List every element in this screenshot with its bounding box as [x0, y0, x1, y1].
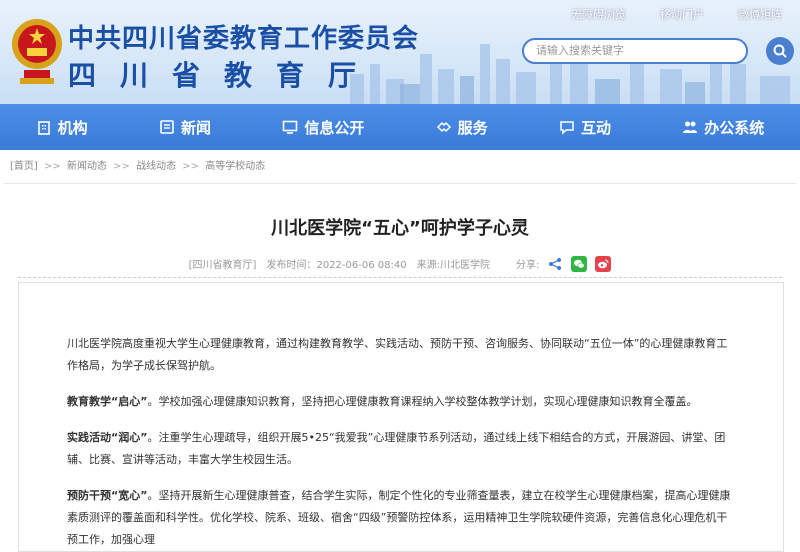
- breadcrumb-separator: >>: [113, 161, 130, 172]
- source-tag: [四川省教育厅]: [188, 260, 257, 271]
- breadcrumb: [首页] >> 新闻动态 >> 战线动态 >> 高等学校动态: [4, 150, 796, 184]
- top-links: 无障碍浏览 移动门户 微博矩阵: [537, 6, 782, 22]
- paragraph-lead: 预防干预“宽心”: [67, 489, 148, 502]
- paragraph-text: 。坚持开展新生心理健康普查，结合学生实际，制定个性化的专业筛查量表，建立在校学生…: [67, 489, 731, 546]
- article-paragraph: 预防干预“宽心”。坚持开展新生心理健康普查，结合学生实际，制定个性化的专业筛查量…: [67, 485, 735, 551]
- accessibility-link[interactable]: 无障碍浏览: [571, 6, 626, 22]
- main-nav: 机构 新闻 信息公开 服务 互动 办公系统: [0, 104, 800, 150]
- article-paragraph: 教育教学“启心”。学校加强心理健康知识教育，坚持把心理健康教育课程纳入学校整体教…: [67, 391, 735, 413]
- nav-label: 服务: [457, 118, 488, 137]
- publish-time: 发布时间：2022-06-06 08:40: [266, 260, 407, 271]
- article-content: 川北医学院高度重视大学生心理健康教育，通过构建教育教学、实践活动、预防干预、咨询…: [18, 282, 784, 552]
- breadcrumb-universities[interactable]: 高等学校动态: [205, 161, 265, 172]
- monitor-icon: [283, 120, 298, 134]
- users-icon: [683, 121, 698, 133]
- share-button[interactable]: [547, 256, 563, 272]
- share-bar: 分享:: [515, 255, 612, 272]
- national-emblem-logo: [12, 19, 62, 84]
- building-icon: [37, 121, 50, 135]
- wechat-share-button[interactable]: [571, 255, 588, 272]
- paragraph-text: 。注重学生心理疏导，组织开展5•25“我爱我”心理健康节系列活动，通过线上线下相…: [67, 431, 726, 466]
- header-banner: 中共四川省委教育工作委员会 四川省教育厅 无障碍浏览 移动门户 微博矩阵 请输入…: [0, 0, 800, 104]
- paragraph-text: 川北医学院高度重视大学生心理健康教育，通过构建教育教学、实践活动、预防干预、咨询…: [67, 337, 728, 372]
- paragraph-lead: 教育教学“启心”: [67, 395, 148, 408]
- wechat-icon: [574, 259, 585, 268]
- nav-label: 新闻: [180, 118, 211, 137]
- share-label: 分享:: [515, 260, 540, 271]
- breadcrumb-frontline[interactable]: 战线动态: [136, 161, 176, 172]
- article-paragraph: 实践活动“润心”。注重学生心理疏导，组织开展5•25“我爱我”心理健康节系列活动…: [67, 427, 735, 471]
- nav-item-services[interactable]: 服务: [428, 104, 496, 150]
- chat-icon: [560, 121, 574, 135]
- search-input[interactable]: 请输入搜索关键字: [522, 38, 748, 64]
- mobile-portal-link[interactable]: 移动门户: [660, 6, 704, 22]
- search-button[interactable]: [766, 37, 794, 65]
- breadcrumb-news[interactable]: 新闻动态: [67, 161, 107, 172]
- paragraph-lead: 实践活动“润心”: [67, 431, 148, 444]
- weibo-icon: [598, 259, 609, 268]
- weibo-share-button[interactable]: [595, 255, 612, 272]
- nav-item-office-system[interactable]: 办公系统: [674, 104, 772, 150]
- article-meta: [四川省教育厅] 发布时间：2022-06-06 08:40 来源:川北医学院 …: [18, 255, 782, 278]
- nav-label: 办公系统: [704, 118, 765, 137]
- handshake-icon: [436, 121, 451, 133]
- nav-label: 信息公开: [304, 118, 365, 137]
- nav-label: 机构: [57, 118, 88, 137]
- share-icon: [549, 257, 562, 270]
- breadcrumb-separator: >>: [44, 161, 61, 172]
- breadcrumb-home[interactable]: [首页]: [10, 161, 38, 172]
- origin: 来源:川北医学院: [416, 260, 490, 271]
- site-title: 中共四川省委教育工作委员会: [68, 24, 420, 54]
- site-subtitle: 四川省教育厅: [68, 59, 381, 92]
- weibo-matrix-link[interactable]: 微博矩阵: [738, 6, 782, 22]
- article-paragraph: 川北医学院高度重视大学生心理健康教育，通过构建教育教学、实践活动、预防干预、咨询…: [67, 333, 735, 377]
- search-icon: [773, 44, 787, 58]
- article-title: 川北医学院“五心”呵护学子心灵: [271, 218, 529, 239]
- nav-item-organization[interactable]: 机构: [28, 104, 96, 150]
- nav-label: 互动: [580, 118, 611, 137]
- newspaper-icon: [160, 120, 174, 134]
- nav-item-info-disclosure[interactable]: 信息公开: [274, 104, 372, 150]
- breadcrumb-separator: >>: [182, 161, 200, 172]
- nav-item-news[interactable]: 新闻: [151, 104, 219, 150]
- nav-item-interaction[interactable]: 互动: [551, 104, 619, 150]
- paragraph-text: 。学校加强心理健康知识教育，坚持把心理健康教育课程纳入学校整体教学计划，实现心理…: [147, 395, 698, 408]
